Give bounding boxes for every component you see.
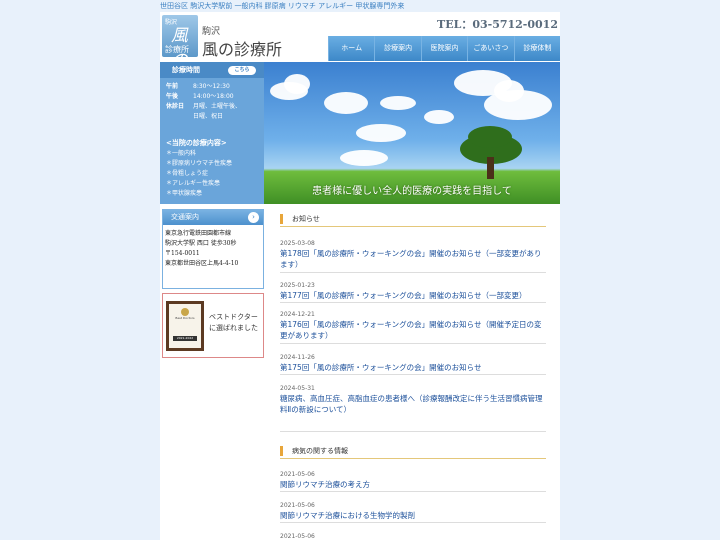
- news-item[interactable]: 2025-03-08 第178回「風の診療所・ウォーキングの会」開催のお知らせ（…: [280, 239, 546, 273]
- cloud-shape: [424, 110, 454, 124]
- news-title[interactable]: 第178回「風の診療所・ウォーキングの会」開催のお知らせ（一部変更があります）: [280, 248, 546, 270]
- hero-tagline: 患者様に優しい全人的医療の実践を目指して: [312, 186, 512, 197]
- news-title[interactable]: 第177回「風の診療所・ウォーキングの会」開催のお知らせ（一部変更）: [280, 290, 546, 301]
- access-line: 東京都世田谷区上馬4-4-10: [165, 260, 239, 267]
- hours-panel: 診療時間 こちら 午前 8:30〜12:30 午後 14:00〜18:00 休診日 月…: [160, 62, 264, 204]
- site-logo[interactable]: 駒沢 風の 診療所: [162, 15, 198, 57]
- hours-title-text: 診療時間: [172, 66, 200, 74]
- service-item: ＊アレルギー性疾患: [166, 180, 221, 187]
- services-title: <当院の診療内容>: [166, 139, 227, 147]
- hours-row-value: 14:00〜18:00: [193, 93, 234, 100]
- nav-system[interactable]: 診療体制: [513, 36, 561, 61]
- news-item[interactable]: 2024-11-26 第175回「風の診療所・ウォーキングの会」開催のお知らせ: [280, 353, 546, 375]
- news-date: 2025-03-08: [280, 240, 315, 247]
- award-label: Best Doctors: [175, 316, 195, 320]
- hours-row: 休診日 月曜、土曜午後、: [166, 102, 241, 111]
- hours-row: 日曜、祝日: [166, 112, 223, 121]
- hours-row-value: 日曜、祝日: [193, 113, 224, 120]
- site-header: 駒沢 風の 診療所 駒沢 風の診療所 TEL：03-5712-0012 ホーム …: [160, 12, 561, 62]
- disease-item[interactable]: 2021-05-06: [280, 532, 546, 540]
- site-description: 世田谷区 駒沢大学駅前 一般内科 膠原病 リウマチ アレルギー 甲状腺専門外来: [160, 2, 405, 10]
- news-date: 2025-01-23: [280, 282, 315, 289]
- hours-row-value: 月曜、土曜午後、: [193, 103, 242, 110]
- cloud-shape: [324, 92, 368, 114]
- news-title[interactable]: 第176回「風の診療所・ウォーキングの会」開催のお知らせ（開催予定日の変更があり…: [280, 319, 546, 341]
- news-date: 2024-11-26: [280, 354, 315, 361]
- news-date: 2024-05-31: [280, 385, 315, 392]
- chevron-right-icon[interactable]: ›: [248, 212, 259, 223]
- disease-title[interactable]: 関節リウマチ治療の考え方: [280, 479, 546, 490]
- cloud-shape: [356, 124, 406, 142]
- disease-title[interactable]: 関節リウマチ治療における生物学的製剤: [280, 510, 546, 521]
- news-item[interactable]: 2024-12-21 第176回「風の診療所・ウォーキングの会」開催のお知らせ（…: [280, 310, 546, 344]
- global-nav: ホーム 診療案内 医院案内 ごあいさつ 診療体制: [328, 36, 561, 61]
- cloud-shape: [494, 80, 524, 102]
- news-title[interactable]: 第175回「風の診療所・ウォーキングの会」開催のお知らせ: [280, 362, 546, 373]
- site-title[interactable]: 風の診療所: [202, 36, 282, 60]
- hours-row-key: 休診日: [166, 103, 185, 110]
- hours-row-key: 午後: [166, 93, 179, 100]
- disease-date: 2021-05-06: [280, 502, 315, 509]
- hero-image: 患者様に優しい全人的医療の実践を目指して: [264, 62, 560, 204]
- tree-crown: [468, 126, 512, 148]
- best-doctor-text: ベストドクター に選ばれました: [209, 312, 258, 334]
- disease-item[interactable]: 2021-05-06 関節リウマチ治療の考え方: [280, 470, 546, 492]
- service-item: ＊膠原病リウマチ性疾患: [166, 160, 233, 167]
- access-body: 東京急行電鉄田園都市線 駒沢大学駅 西口 徒歩30秒 〒154-0011 東京都…: [163, 225, 263, 269]
- disease-date: 2021-05-06: [280, 471, 315, 478]
- hours-link-button[interactable]: こちら: [228, 66, 256, 75]
- hours-row-key: 午前: [166, 83, 179, 90]
- news-item[interactable]: 2024-05-31 糖尿病、高血圧症、高脂血症の患者様へ（診療報酬改定に伴う生…: [280, 384, 546, 432]
- access-line: 〒154-0011: [165, 250, 200, 257]
- access-title[interactable]: 交通案内 ›: [163, 210, 263, 225]
- access-panel: 交通案内 › 東京急行電鉄田園都市線 駒沢大学駅 西口 徒歩30秒 〒154-0…: [162, 209, 264, 289]
- news-title[interactable]: 糖尿病、高血圧症、高脂血症の患者様へ（診療報酬改定に伴う生活習慣病管理料Ⅱの新設…: [280, 393, 546, 415]
- cloud-shape: [284, 74, 310, 94]
- hours-title: 診療時間 こちら: [160, 62, 264, 78]
- access-line: 駒沢大学駅 西口 徒歩30秒: [165, 240, 237, 247]
- nav-greeting[interactable]: ごあいさつ: [467, 36, 514, 61]
- service-item: ＊一般内科: [166, 150, 197, 157]
- award-certificate-image: Best Doctors 2021-2022: [166, 301, 204, 351]
- page-wrapper: 駒沢 風の 診療所 駒沢 風の診療所 TEL：03-5712-0012 ホーム …: [160, 12, 561, 540]
- hours-row: 午後 14:00〜18:00: [166, 92, 234, 101]
- access-title-text: 交通案内: [171, 213, 199, 221]
- cloud-shape: [340, 150, 388, 166]
- tree-trunk: [487, 157, 494, 179]
- disease-date: 2021-05-06: [280, 533, 315, 540]
- phone-number: TEL：03-5712-0012: [437, 18, 558, 31]
- nav-home[interactable]: ホーム: [328, 36, 375, 61]
- best-doctor-banner[interactable]: Best Doctors 2021-2022 ベストドクター に選ばれました: [162, 293, 264, 358]
- nav-guide[interactable]: 診療案内: [374, 36, 421, 61]
- nav-clinic[interactable]: 医院案内: [420, 36, 468, 61]
- access-line: 東京急行電鉄田園都市線: [165, 230, 232, 237]
- award-year: 2021-2022: [173, 336, 197, 341]
- disease-section-title: 病気の関する情報: [280, 444, 546, 459]
- hours-row-value: 8:30〜12:30: [193, 83, 230, 90]
- hours-row: 午前 8:30〜12:30: [166, 82, 230, 91]
- disease-item[interactable]: 2021-05-06 関節リウマチ治療における生物学的製剤: [280, 501, 546, 523]
- best-doctor-line: ベストドクター: [209, 313, 258, 321]
- news-date: 2024-12-21: [280, 311, 315, 318]
- service-item: ＊骨粗しょう症: [166, 170, 209, 177]
- service-item: ＊甲状腺疾患: [166, 190, 203, 197]
- best-doctor-line: に選ばれました: [209, 324, 258, 332]
- logo-text-bottom: 診療所: [165, 45, 189, 54]
- cloud-shape: [380, 96, 416, 110]
- news-item[interactable]: 2025-01-23 第177回「風の診療所・ウォーキングの会」開催のお知らせ（…: [280, 281, 546, 303]
- award-seal-icon: [181, 308, 189, 316]
- news-section-title: お知らせ: [280, 212, 546, 227]
